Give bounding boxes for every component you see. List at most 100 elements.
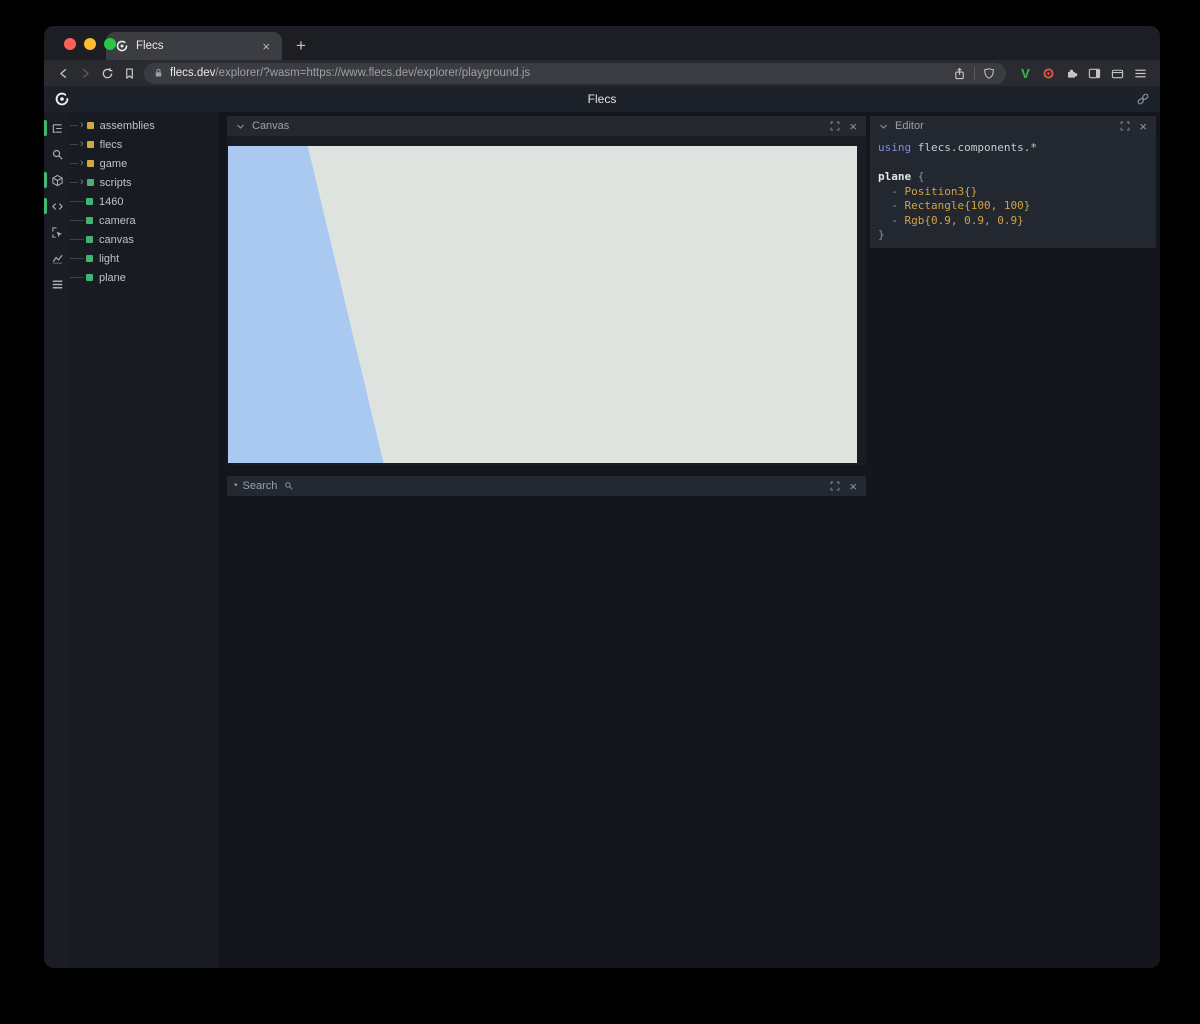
expand-chevron-icon[interactable]: › [80, 139, 84, 150]
tree-item-label: canvas [99, 234, 134, 246]
tree-item-label: camera [99, 215, 136, 227]
fullscreen-icon[interactable] [828, 121, 842, 131]
entity-tree-panel: ›assemblies›flecs›game›scripts1460camera… [70, 112, 219, 968]
entity-tree-icon [51, 122, 64, 135]
entity-square-icon [86, 198, 93, 205]
app-title: Flecs [44, 92, 1160, 106]
tree-item-assemblies[interactable]: › assemblies [70, 116, 219, 135]
right-column: Editor × using flecs.components.* plane … [866, 112, 1160, 968]
tree-item-1460[interactable]: 1460 [70, 192, 219, 211]
cube-icon [51, 174, 64, 187]
module-square-icon [87, 122, 94, 129]
app-body: ›assemblies›flecs›game›scripts1460camera… [44, 112, 1160, 968]
sidebar-item-canvas[interactable] [44, 167, 70, 193]
forward-button[interactable] [74, 62, 96, 84]
extensions-puzzle-button[interactable] [1060, 62, 1083, 84]
entity-square-icon [86, 255, 93, 262]
brave-shield-icon[interactable] [981, 67, 997, 80]
fullscreen-icon[interactable] [828, 481, 842, 491]
sidebar-item-entity-tree[interactable] [44, 115, 70, 141]
sidebar-item-commands[interactable] [44, 271, 70, 297]
collapse-chevron-icon[interactable] [234, 122, 247, 131]
flecs-logo-icon [54, 91, 70, 107]
left-column: Canvas × [219, 112, 866, 968]
entity-square-icon [87, 179, 94, 186]
url-bar[interactable]: flecs.dev/explorer/?wasm=https://www.fle… [144, 63, 1006, 84]
tree-guide-line [70, 258, 84, 259]
url-text: flecs.dev/explorer/?wasm=https://www.fle… [170, 67, 945, 79]
new-tab-button[interactable]: + [288, 33, 314, 59]
app-header: Flecs [44, 86, 1160, 112]
tree-item-light[interactable]: light [70, 249, 219, 268]
permalink-icon[interactable] [1136, 92, 1150, 106]
tree-item-scripts[interactable]: › scripts [70, 173, 219, 192]
sidebar-item-stats[interactable] [44, 245, 70, 271]
code-line: } [878, 228, 1148, 243]
tree-guide-line [70, 182, 78, 183]
tree-item-flecs[interactable]: › flecs [70, 135, 219, 154]
tree-item-label: assemblies [100, 120, 155, 132]
tree-guide-line [70, 220, 84, 221]
tab-close-icon[interactable]: × [259, 39, 273, 54]
browser-window: Flecs × + flecs.dev/explorer/?wasm=https… [44, 26, 1160, 968]
entity-square-icon [86, 217, 93, 224]
window-close-button[interactable] [64, 38, 76, 50]
sidebar-item-query[interactable] [44, 141, 70, 167]
search-icon [51, 148, 64, 161]
collapse-dot-icon[interactable]: • [234, 481, 238, 491]
entity-tree: ›assemblies›flecs›game›scripts1460camera… [70, 116, 219, 287]
sidebar-item-inspector[interactable] [44, 219, 70, 245]
url-path: /explorer/?wasm=https://www.flecs.dev/ex… [215, 67, 530, 79]
tree-item-label: light [99, 253, 119, 265]
search-icon [282, 481, 296, 491]
fullscreen-icon[interactable] [1118, 121, 1132, 131]
extension-v-button[interactable]: V [1014, 62, 1037, 84]
canvas-3d-viewport[interactable] [228, 146, 857, 463]
tree-item-game[interactable]: ›game [70, 154, 219, 173]
close-icon[interactable]: × [847, 480, 859, 493]
traffic-lights [64, 38, 116, 50]
editor-code[interactable]: using flecs.components.* plane { - Posit… [870, 136, 1156, 248]
expand-chevron-icon[interactable]: › [80, 158, 84, 169]
extension-record-button[interactable] [1037, 62, 1060, 84]
editor-panel-header: Editor × [870, 116, 1156, 136]
menu-button[interactable] [1129, 62, 1152, 84]
close-icon[interactable]: × [1137, 120, 1149, 133]
expand-chevron-icon[interactable]: › [80, 120, 84, 131]
tree-guide-line [70, 125, 78, 126]
reload-button[interactable] [96, 62, 118, 84]
window-zoom-button[interactable] [104, 38, 116, 50]
chart-icon [51, 252, 64, 265]
wallet-button[interactable] [1106, 62, 1129, 84]
tree-guide-line [70, 201, 84, 202]
close-icon[interactable]: × [847, 120, 859, 133]
expand-chevron-icon[interactable]: › [80, 177, 84, 188]
search-panel: • Search × [227, 476, 866, 496]
editor-panel: Editor × using flecs.components.* plane … [870, 116, 1156, 248]
tree-item-label: scripts [100, 177, 132, 189]
code-line: - Rgb{0.9, 0.9, 0.9} [878, 214, 1148, 229]
tab-strip: Flecs × + [44, 26, 1160, 60]
browser-toolbar: flecs.dev/explorer/?wasm=https://www.fle… [44, 60, 1160, 86]
tree-guide-line [70, 144, 78, 145]
back-button[interactable] [52, 62, 74, 84]
tree-item-label: 1460 [99, 196, 123, 208]
code-line: plane { [878, 170, 1148, 185]
sidebar-toggle-button[interactable] [1083, 62, 1106, 84]
browser-tab[interactable]: Flecs × [106, 32, 282, 60]
tree-item-label: flecs [100, 139, 123, 151]
bookmark-icon[interactable] [118, 62, 140, 84]
window-minimize-button[interactable] [84, 38, 96, 50]
tool-strip [44, 112, 70, 968]
tree-item-canvas[interactable]: canvas [70, 230, 219, 249]
sidebar-item-editor[interactable] [44, 193, 70, 219]
share-icon[interactable] [951, 67, 968, 80]
code-line: - Rectangle{100, 100} [878, 199, 1148, 214]
url-host: flecs.dev [170, 67, 215, 79]
tree-item-camera[interactable]: camera [70, 211, 219, 230]
tree-guide-line [70, 239, 84, 240]
panel-title: Search [243, 480, 278, 492]
tree-guide-line [70, 277, 84, 278]
collapse-chevron-icon[interactable] [877, 122, 890, 131]
tree-item-plane[interactable]: plane [70, 268, 219, 287]
